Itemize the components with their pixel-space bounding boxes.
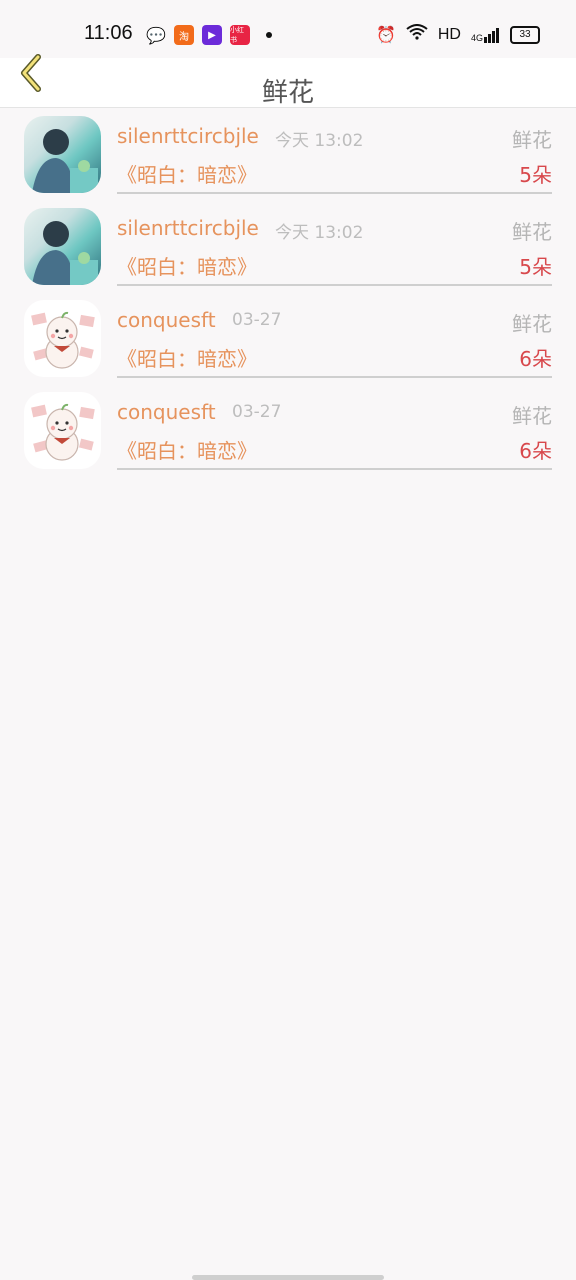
system-icons: ⏰ HD 4G 33 <box>376 24 540 45</box>
flower-count: 5朵 <box>519 163 552 187</box>
video-app-icon: ▶ <box>202 25 222 45</box>
gift-type: 鲜花 <box>512 312 552 336</box>
avatar[interactable] <box>24 116 101 193</box>
page-title: 鲜花 <box>261 78 314 108</box>
taobao-icon: 淘 <box>174 25 194 45</box>
gift-type: 鲜花 <box>512 220 552 244</box>
home-indicator[interactable] <box>192 1275 384 1280</box>
record-date: 今天 13:02 <box>275 223 364 243</box>
flower-count: 6朵 <box>519 439 552 463</box>
notification-icons: 💬 淘 ▶ 小红书 <box>146 25 272 45</box>
book-title[interactable]: 《昭白：暗恋》 <box>117 343 257 372</box>
status-bar: 11:06 💬 淘 ▶ 小红书 ⏰ HD 4G 33 <box>0 0 576 58</box>
more-notifications-dot <box>266 32 272 38</box>
flower-count: 6朵 <box>519 347 552 371</box>
list-item[interactable]: silenrttcircbjle 今天 13:02 鲜花 《昭白：暗恋》 5朵 <box>0 200 576 292</box>
wifi-icon <box>406 24 428 45</box>
hd-label: HD <box>437 25 461 43</box>
user-name[interactable]: conquesft <box>117 308 216 332</box>
record-date: 03-27 <box>232 402 282 422</box>
avatar[interactable] <box>24 392 101 469</box>
book-title[interactable]: 《昭白：暗恋》 <box>117 159 257 188</box>
user-name[interactable]: silenrttcircbjle <box>117 124 259 148</box>
alarm-icon: ⏰ <box>375 26 396 44</box>
status-time: 11:06 <box>84 22 133 44</box>
record-date: 03-27 <box>232 310 282 330</box>
gift-type: 鲜花 <box>512 404 552 428</box>
book-title[interactable]: 《昭白：暗恋》 <box>117 251 257 280</box>
redbook-icon: 小红书 <box>230 25 250 45</box>
user-name[interactable]: conquesft <box>117 400 216 424</box>
page-header: 鲜花 <box>0 54 576 108</box>
battery-icon: 33 <box>510 25 540 44</box>
flower-count: 5朵 <box>519 255 552 279</box>
record-content: silenrttcircbjle 今天 13:02 鲜花 《昭白：暗恋》 5朵 <box>117 108 552 194</box>
record-content: conquesft 03-27 鲜花 《昭白：暗恋》 6朵 <box>117 292 552 378</box>
gift-type: 鲜花 <box>512 128 552 152</box>
avatar[interactable] <box>24 208 101 285</box>
flower-record-list: silenrttcircbjle 今天 13:02 鲜花 《昭白：暗恋》 5朵 … <box>0 108 576 476</box>
signal-icon: 4G <box>471 27 500 43</box>
list-item[interactable]: conquesft 03-27 鲜花 《昭白：暗恋》 6朵 <box>0 292 576 384</box>
record-content: silenrttcircbjle 今天 13:02 鲜花 《昭白：暗恋》 5朵 <box>117 200 552 286</box>
record-date: 今天 13:02 <box>275 131 364 151</box>
list-item[interactable]: silenrttcircbjle 今天 13:02 鲜花 《昭白：暗恋》 5朵 <box>0 108 576 200</box>
user-name[interactable]: silenrttcircbjle <box>117 216 259 240</box>
avatar[interactable] <box>24 300 101 377</box>
record-content: conquesft 03-27 鲜花 《昭白：暗恋》 6朵 <box>117 384 552 470</box>
book-title[interactable]: 《昭白：暗恋》 <box>117 435 257 464</box>
wechat-icon: 💬 <box>146 25 166 45</box>
list-item[interactable]: conquesft 03-27 鲜花 《昭白：暗恋》 6朵 <box>0 384 576 476</box>
